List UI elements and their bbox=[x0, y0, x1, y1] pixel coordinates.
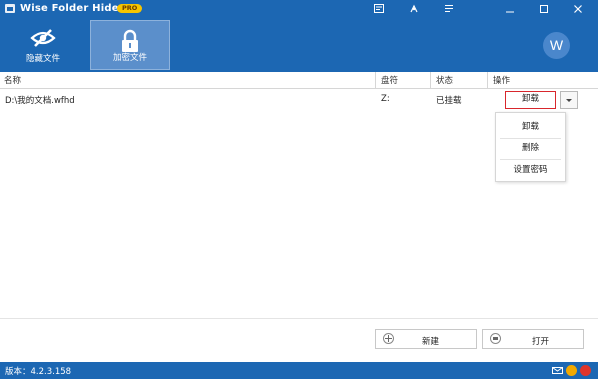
app-logo-icon bbox=[5, 4, 15, 13]
encrypt-file-label: 加密文件 bbox=[112, 53, 147, 63]
maximize-icon[interactable] bbox=[537, 2, 551, 16]
version-text: 版本：4.2.3.158 bbox=[5, 367, 72, 377]
close-icon[interactable] bbox=[571, 2, 585, 16]
menu-divider bbox=[500, 159, 561, 160]
action-dropdown-button[interactable] bbox=[560, 91, 578, 109]
header-action: 操作 bbox=[493, 76, 511, 86]
menu-item-delete[interactable]: 删除 bbox=[496, 139, 565, 157]
email-icon[interactable] bbox=[552, 365, 563, 376]
unmount-button[interactable]: 卸载 bbox=[505, 91, 556, 109]
column-divider bbox=[375, 72, 376, 88]
hide-file-label: 隐藏文件 bbox=[25, 54, 60, 64]
column-divider bbox=[430, 72, 431, 88]
hide-file-button[interactable]: 隐藏文件 bbox=[3, 20, 83, 70]
open-button[interactable]: 打开 bbox=[482, 329, 584, 349]
footer-divider bbox=[0, 318, 598, 319]
new-label: 新建 bbox=[422, 337, 440, 347]
status-bar: 版本：4.2.3.158 bbox=[0, 362, 598, 379]
title-bar: Wise Folder Hider PRO bbox=[0, 0, 598, 18]
encrypt-file-button[interactable]: 加密文件 bbox=[90, 20, 170, 70]
add-circle-icon bbox=[383, 333, 394, 344]
minimize-icon[interactable] bbox=[503, 2, 517, 16]
menu-icon[interactable] bbox=[442, 2, 456, 16]
open-label: 打开 bbox=[532, 337, 550, 347]
pro-badge: PRO bbox=[117, 4, 143, 13]
lock-icon bbox=[122, 29, 138, 52]
feedback-icon[interactable] bbox=[372, 2, 386, 16]
row-file-name: D:\我的文档.wfhd bbox=[5, 96, 75, 106]
weibo-icon[interactable] bbox=[580, 365, 591, 376]
skin-icon[interactable] bbox=[407, 2, 421, 16]
new-button[interactable]: 新建 bbox=[375, 329, 477, 349]
header-drive: 盘符 bbox=[381, 76, 399, 86]
header-name: 名称 bbox=[4, 76, 22, 86]
row-drive: Z: bbox=[381, 94, 390, 104]
table-header: 名称 盘符 状态 操作 bbox=[0, 72, 598, 89]
menu-item-set-password[interactable]: 设置密码 bbox=[496, 161, 565, 179]
open-circle-icon bbox=[490, 333, 501, 344]
account-avatar[interactable]: W bbox=[543, 32, 570, 59]
row-status: 已挂载 bbox=[436, 96, 462, 106]
main-toolbar: 隐藏文件 加密文件 W bbox=[0, 18, 598, 72]
action-dropdown-menu: 卸载 删除 设置密码 bbox=[495, 112, 566, 182]
header-status: 状态 bbox=[436, 76, 454, 86]
hidden-eye-icon bbox=[30, 29, 56, 47]
menu-item-unmount[interactable]: 卸载 bbox=[496, 118, 565, 136]
facebook-icon[interactable] bbox=[566, 365, 577, 376]
column-divider bbox=[487, 72, 488, 88]
app-title: Wise Folder Hider bbox=[20, 3, 124, 14]
